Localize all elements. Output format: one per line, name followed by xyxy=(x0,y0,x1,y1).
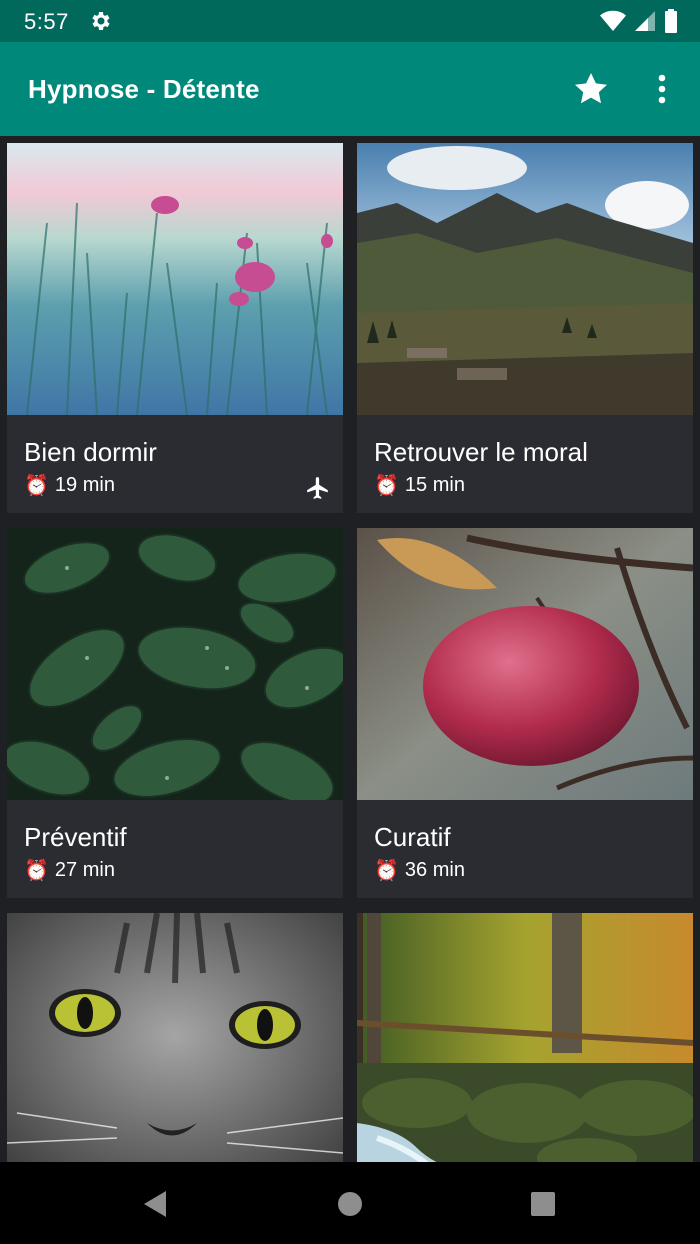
airplane-icon xyxy=(307,477,328,499)
duration-label: 19 min xyxy=(54,474,115,496)
back-icon xyxy=(144,1191,166,1217)
session-title: Retrouver le moral xyxy=(374,437,588,467)
alarm-clock-icon: ⏰ xyxy=(374,475,399,497)
session-duration: ⏰ 27 min xyxy=(24,858,115,883)
wifi-icon xyxy=(600,10,626,31)
meadow-flowers-image xyxy=(7,143,343,415)
gear-icon xyxy=(92,12,110,30)
card-footer: Préventif ⏰ 27 min xyxy=(7,800,343,898)
battery-icon xyxy=(665,9,677,33)
status-bar: 5:57 xyxy=(0,0,700,42)
green-leaves-image xyxy=(7,528,343,800)
status-icons xyxy=(600,9,678,33)
cat-face-image xyxy=(7,913,343,1162)
duration-label: 15 min xyxy=(404,474,465,496)
session-duration: ⏰ 15 min xyxy=(374,473,465,498)
session-duration: ⏰ 19 min xyxy=(24,473,115,498)
red-apple-image xyxy=(357,528,693,800)
forest-stream-image xyxy=(357,913,693,1162)
recents-icon xyxy=(531,1192,555,1216)
app-bar: Hypnose - Détente xyxy=(0,42,700,136)
mountain-landscape-image xyxy=(357,143,693,415)
status-time: 5:57 xyxy=(24,9,69,34)
session-card-preventif[interactable]: Préventif ⏰ 27 min xyxy=(7,528,343,898)
card-footer: Bien dormir ⏰ 19 min xyxy=(7,415,343,513)
alarm-clock-icon: ⏰ xyxy=(24,475,49,497)
session-card-curatif[interactable]: Curatif ⏰ 36 min xyxy=(357,528,693,898)
card-footer: Curatif ⏰ 36 min xyxy=(357,800,693,898)
session-title: Curatif xyxy=(374,822,451,852)
alarm-clock-icon: ⏰ xyxy=(24,860,49,882)
session-card-5[interactable] xyxy=(7,913,343,1162)
session-grid: Bien dormir ⏰ 19 min Retrouver le moral … xyxy=(0,136,700,1162)
duration-label: 27 min xyxy=(54,859,115,881)
back-button[interactable] xyxy=(135,1184,175,1224)
alarm-clock-icon: ⏰ xyxy=(374,860,399,882)
home-button[interactable] xyxy=(330,1184,370,1224)
session-card-6[interactable] xyxy=(357,913,693,1162)
favorite-star-icon[interactable] xyxy=(571,69,611,109)
session-title: Préventif xyxy=(24,822,127,852)
more-vert-icon[interactable] xyxy=(642,69,682,109)
session-title: Bien dormir xyxy=(24,437,157,467)
home-icon xyxy=(338,1192,362,1216)
session-card-bien-dormir[interactable]: Bien dormir ⏰ 19 min xyxy=(7,143,343,513)
app-title: Hypnose - Détente xyxy=(28,74,260,104)
session-duration: ⏰ 36 min xyxy=(374,858,465,883)
duration-label: 36 min xyxy=(404,859,465,881)
session-card-retrouver-le-moral[interactable]: Retrouver le moral ⏰ 15 min xyxy=(357,143,693,513)
signal-icon xyxy=(635,11,655,31)
card-footer: Retrouver le moral ⏰ 15 min xyxy=(357,415,693,513)
recents-button[interactable] xyxy=(523,1184,563,1224)
system-nav-bar xyxy=(0,1162,700,1244)
